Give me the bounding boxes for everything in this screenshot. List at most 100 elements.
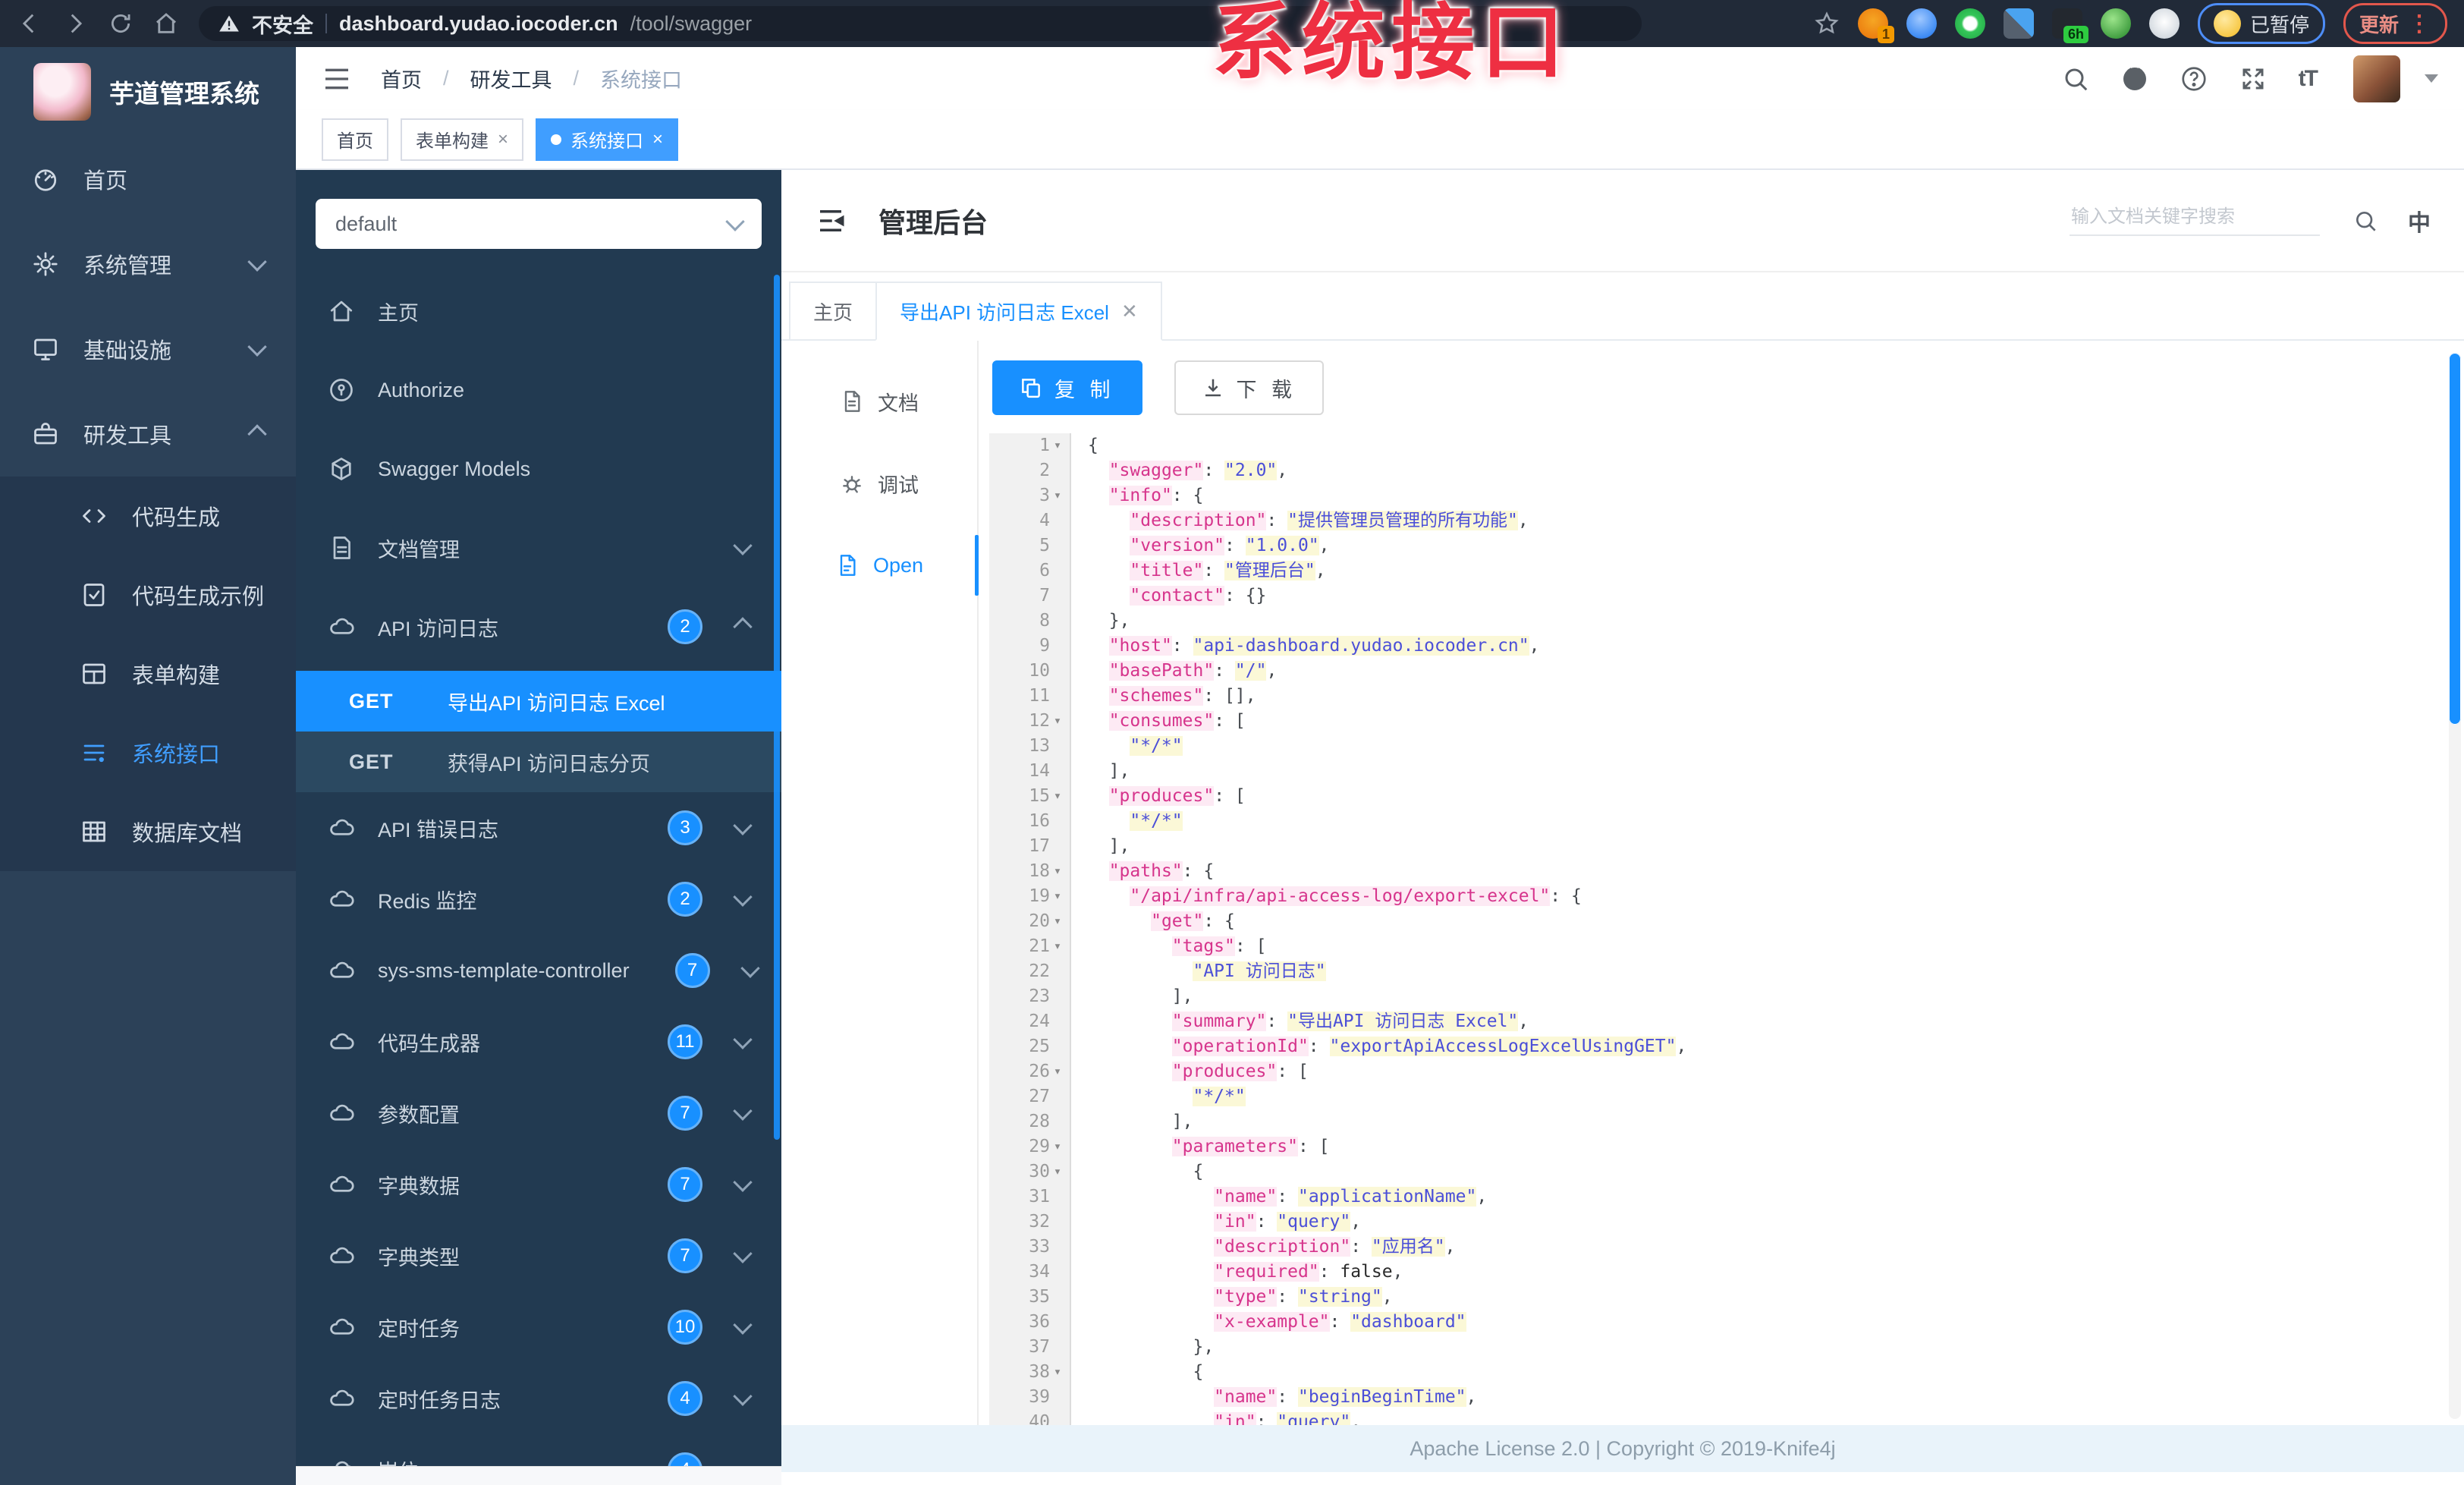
swagger-group-代码生成器[interactable]: 代码生成器 11 [296, 1006, 781, 1078]
swagger-group-定时任务[interactable]: 定时任务 10 [296, 1292, 781, 1363]
api-endpoint-导出API 访问日志 Excel[interactable]: GET 导出API 访问日志 Excel [296, 671, 781, 731]
close-icon[interactable]: ✕ [1121, 300, 1138, 323]
user-avatar[interactable] [2353, 55, 2400, 102]
sidebar-item-home[interactable]: 首页 [0, 137, 296, 222]
side-tab-open[interactable]: Open [781, 524, 979, 606]
api-count-badge: 10 [668, 1310, 702, 1345]
line-number: 7 [1039, 586, 1050, 606]
line-number[interactable]: 29 ▾ [989, 1134, 1070, 1159]
tag-home[interactable]: 首页 [322, 118, 388, 161]
copy-button[interactable]: 复 制 [992, 360, 1142, 415]
breadcrumb-home[interactable]: 首页 [381, 64, 422, 93]
side-tab-doc[interactable]: 文档 [781, 360, 977, 442]
sidebar-item-system[interactable]: 系统管理 [0, 222, 296, 307]
doc-search-icon[interactable] [2353, 209, 2378, 233]
line-number[interactable]: 18 ▾ [989, 859, 1070, 884]
sidebar-item-devtools[interactable]: 研发工具 [0, 392, 296, 477]
swagger-group-定时任务日志[interactable]: 定时任务日志 4 [296, 1363, 781, 1434]
extension-drop-icon[interactable] [1906, 8, 1937, 39]
line-number[interactable]: 26 ▾ [989, 1059, 1070, 1084]
sidebar-item-infra[interactable]: 基础设施 [0, 307, 296, 392]
home-icon[interactable] [153, 11, 179, 36]
swagger-group-字典类型[interactable]: 字典类型 7 [296, 1220, 781, 1292]
swagger-group-API 错误日志[interactable]: API 错误日志 3 [296, 792, 781, 864]
extension-green-ring-icon[interactable] [1954, 8, 1985, 39]
swagger-item-swagger-models[interactable]: Swagger Models [296, 429, 781, 508]
code-editor[interactable]: 1 ▾ 2 3 ▾ 4 5 6 7 8 9 10 11 12 ▾ 13 14 15 ▾ 16 17 18 ▾ 19 ▾ 20 ▾ 21… [989, 433, 2464, 1425]
line-number[interactable]: 21 ▾ [989, 934, 1070, 959]
line-number[interactable]: 15 ▾ [989, 784, 1070, 809]
forward-icon[interactable] [62, 11, 88, 36]
update-button[interactable]: 更新 ⋮ [2343, 3, 2447, 44]
bookmark-star-icon[interactable] [1814, 11, 1840, 36]
code-line: "operationId": "exportApiAccessLogExcelU… [1171, 1037, 1687, 1056]
line-number[interactable]: 20 ▾ [989, 909, 1070, 934]
line-number: 35 [1029, 1287, 1050, 1307]
code-line: "name": "applicationName", [1214, 1187, 1488, 1207]
group-select[interactable]: default [316, 199, 762, 249]
not-secure-warning-icon [218, 13, 240, 34]
swagger-item-authorize[interactable]: Authorize [296, 351, 781, 429]
collapse-menu-icon[interactable] [815, 205, 847, 237]
line-number[interactable]: 3 ▾ [989, 483, 1070, 508]
group-select-value: default [335, 212, 398, 235]
paused-indicator[interactable]: 已暂停 [2197, 3, 2325, 44]
sidebar-item-system-api[interactable]: 系统接口 [0, 713, 296, 792]
extension-6h-icon[interactable]: 6h [2051, 8, 2088, 43]
search-icon[interactable] [2062, 65, 2089, 93]
language-toggle[interactable]: 中 [2408, 204, 2431, 238]
swagger-item-api-access-log[interactable]: API 访问日志 2 [296, 587, 781, 666]
breadcrumb-devtools[interactable]: 研发工具 [470, 64, 552, 93]
api-endpoint-获得API 访问日志分页[interactable]: GET 获得API 访问日志分页 [296, 731, 781, 792]
code-line: "API 访问日志" [1193, 961, 1326, 981]
sidebar-item-form-builder[interactable]: 表单构建 [0, 634, 296, 713]
doc-tab-home[interactable]: 主页 [789, 282, 878, 341]
api-count-badge: 3 [668, 810, 702, 845]
swagger-group-参数配置[interactable]: 参数配置 7 [296, 1078, 781, 1149]
line-number[interactable]: 30 ▾ [989, 1159, 1070, 1185]
editor-scrollbar-thumb[interactable] [2449, 353, 2461, 725]
line-number[interactable]: 12 ▾ [989, 709, 1070, 734]
download-button[interactable]: 下 载 [1174, 360, 1325, 415]
close-icon[interactable]: × [498, 129, 508, 150]
reload-icon[interactable] [108, 11, 134, 36]
hamburger-icon[interactable] [322, 64, 352, 94]
swagger-item-doc-manage[interactable]: 文档管理 [296, 508, 781, 587]
swagger-item-swagger-home[interactable]: 主页 [296, 272, 781, 351]
line-number[interactable]: 1 ▾ [989, 433, 1070, 458]
tag-form-builder[interactable]: 表单构建 × [401, 118, 524, 161]
tag-system-api[interactable]: 系统接口 × [536, 118, 679, 161]
github-icon[interactable] [2121, 65, 2148, 93]
doc-tab-export-log[interactable]: 导出API 访问日志 Excel ✕ [875, 282, 1162, 341]
sidebar-hscrollbar[interactable] [296, 1466, 781, 1485]
sidebar-logo[interactable]: 芋道管理系统 [0, 47, 296, 137]
cubes-icon [328, 455, 355, 483]
line-number: 27 [1029, 1087, 1050, 1106]
swagger-group-sys-sms-template-controller[interactable]: sys-sms-template-controller 7 [296, 935, 781, 1006]
doc-search-input[interactable] [2070, 205, 2320, 228]
editor-scrollbar-track[interactable] [2449, 353, 2461, 1419]
main-sidebar: 芋道管理系统 首页 系统管理 基础设施 研发工具 代码生成 代码生成示例 表单构建 系统接口数… [0, 47, 296, 1485]
line-number[interactable]: 19 ▾ [989, 884, 1070, 909]
sidebar-item-codegen[interactable]: 代码生成 [0, 477, 296, 555]
extension-leaf-icon[interactable] [2100, 8, 2131, 39]
line-number[interactable]: 38 ▾ [989, 1360, 1070, 1385]
font-size-icon[interactable]: tT [2299, 66, 2318, 92]
extension-grid-icon[interactable] [2003, 8, 2034, 39]
extension-paw-icon[interactable] [2148, 8, 2180, 39]
sidebar-scrollbar-thumb[interactable] [774, 275, 780, 1140]
swagger-group-字典数据[interactable]: 字典数据 7 [296, 1149, 781, 1220]
extension-orange-icon[interactable]: 1 [1857, 8, 1894, 43]
close-icon[interactable]: × [652, 129, 663, 150]
fullscreen-icon[interactable] [2239, 65, 2267, 93]
sidebar-item-db-doc[interactable]: 数据库文档 [0, 792, 296, 871]
swagger-group-Redis 监控[interactable]: Redis 监控 2 [296, 864, 781, 935]
back-icon[interactable] [17, 11, 42, 36]
doc-search[interactable] [2070, 205, 2320, 236]
side-tab-debug[interactable]: 调试 [781, 442, 977, 524]
sidebar-item-codegen-example[interactable]: 代码生成示例 [0, 555, 296, 634]
not-secure-label[interactable]: 不安全 [252, 9, 313, 39]
avatar-caret-icon[interactable] [2425, 74, 2438, 83]
help-icon[interactable] [2180, 65, 2208, 93]
browser-menu-icon[interactable]: ⋮ [2408, 11, 2431, 37]
